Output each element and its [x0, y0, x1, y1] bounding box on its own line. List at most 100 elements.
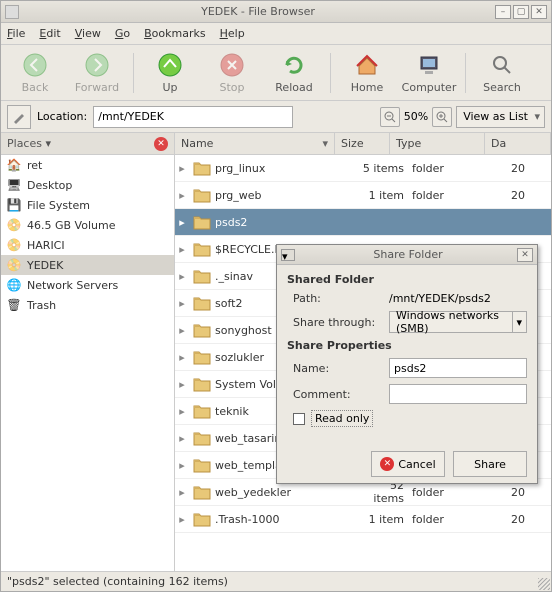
- file-name: psds2: [215, 216, 357, 229]
- stop-button[interactable]: Stop: [202, 48, 262, 98]
- home-button[interactable]: Home: [337, 48, 397, 98]
- maximize-button[interactable]: ▢: [513, 5, 529, 19]
- folder-icon: [193, 348, 211, 366]
- sidebar-close-icon[interactable]: ✕: [154, 137, 168, 151]
- file-name: .Trash-1000: [215, 513, 357, 526]
- expand-icon[interactable]: ▸: [175, 189, 189, 202]
- sidebar-item[interactable]: 🖥Desktop: [1, 175, 174, 195]
- sidebar-header: Places ▾ ✕: [1, 133, 174, 155]
- folder-icon: [193, 429, 211, 447]
- expand-icon[interactable]: ▸: [175, 486, 189, 499]
- sidebar-item[interactable]: 📀 HARICI: [1, 235, 174, 255]
- expand-icon[interactable]: ▸: [175, 162, 189, 175]
- menu-file[interactable]: File: [7, 27, 25, 40]
- sidebar-item-label: HARICI: [27, 239, 65, 252]
- menu-edit[interactable]: Edit: [39, 27, 60, 40]
- net-icon: 🌐: [7, 278, 21, 292]
- expand-icon[interactable]: ▸: [175, 297, 189, 310]
- expand-icon[interactable]: ▸: [175, 459, 189, 472]
- column-date[interactable]: Da: [485, 133, 551, 154]
- expand-icon[interactable]: ▸: [175, 378, 189, 391]
- folder-icon: [193, 186, 211, 204]
- share-name-input[interactable]: [389, 358, 527, 378]
- share-through-select[interactable]: Windows networks (SMB): [389, 311, 513, 333]
- sidebar-item[interactable]: 🗑Trash: [1, 295, 174, 315]
- expand-icon[interactable]: ▸: [175, 243, 189, 256]
- file-size: 1 item: [357, 189, 412, 202]
- sidebar-item[interactable]: 💾File System: [1, 195, 174, 215]
- expand-icon[interactable]: ▸: [175, 432, 189, 445]
- toolbar: Back Forward Up Stop Reload Home Compute…: [1, 45, 551, 101]
- close-button[interactable]: ✕: [531, 5, 547, 19]
- column-headers: Name Size Type Da: [175, 133, 551, 155]
- table-row[interactable]: ▸.Trash-10001 itemfolder20: [175, 506, 551, 533]
- column-type[interactable]: Type: [390, 133, 485, 154]
- sidebar-item[interactable]: 📀46.5 GB Volume: [1, 215, 174, 235]
- dialog-grip-icon[interactable]: ▾: [281, 249, 295, 261]
- location-toggle-button[interactable]: [7, 105, 31, 129]
- back-icon: [21, 51, 49, 79]
- zoom-out-button[interactable]: [380, 107, 400, 127]
- folder-icon: [193, 294, 211, 312]
- minimize-button[interactable]: –: [495, 5, 511, 19]
- file-date: 20: [507, 513, 551, 526]
- share-comment-input[interactable]: [389, 384, 527, 404]
- zoom-in-button[interactable]: [432, 107, 452, 127]
- menubar: File Edit View Go Bookmarks Help: [1, 23, 551, 45]
- back-button[interactable]: Back: [5, 48, 65, 98]
- cancel-button[interactable]: ✕ Cancel: [371, 451, 445, 477]
- stop-icon: [218, 51, 246, 79]
- chevron-down-icon[interactable]: ▾: [513, 311, 527, 333]
- view-mode-select[interactable]: View as List: [456, 106, 545, 128]
- table-row[interactable]: ▸ psds2: [175, 209, 551, 236]
- expand-icon[interactable]: ▸: [175, 513, 189, 526]
- disk-icon: 📀: [7, 238, 21, 252]
- location-input[interactable]: [93, 106, 293, 128]
- dialog-titlebar: ▾ Share Folder ✕: [277, 245, 537, 265]
- expand-icon[interactable]: ▸: [175, 405, 189, 418]
- table-row[interactable]: ▸prg_web1 itemfolder20: [175, 182, 551, 209]
- menu-view[interactable]: View: [75, 27, 101, 40]
- disk-icon: 📀: [7, 258, 21, 272]
- share-button[interactable]: Share: [453, 451, 527, 477]
- dialog-title: Share Folder: [299, 248, 517, 261]
- expand-icon[interactable]: ▸: [175, 216, 189, 229]
- file-type: folder: [412, 162, 507, 175]
- folder-icon: [193, 213, 211, 231]
- cancel-icon: ✕: [380, 457, 394, 471]
- menu-bookmarks[interactable]: Bookmarks: [144, 27, 205, 40]
- home-icon: 🏠: [7, 158, 21, 172]
- sidebar-item[interactable]: 🏠ret: [1, 155, 174, 175]
- statusbar: "psds2" selected (containing 162 items): [1, 571, 551, 591]
- column-size[interactable]: Size: [335, 133, 390, 154]
- resize-grip[interactable]: [538, 578, 550, 590]
- dialog-close-button[interactable]: ✕: [517, 248, 533, 262]
- menu-help[interactable]: Help: [220, 27, 245, 40]
- folder-icon: [193, 321, 211, 339]
- forward-button[interactable]: Forward: [67, 48, 127, 98]
- sidebar-item[interactable]: 🌐Network Servers: [1, 275, 174, 295]
- read-only-checkbox[interactable]: [293, 413, 305, 425]
- folder-icon: [193, 159, 211, 177]
- share-properties-heading: Share Properties: [287, 339, 527, 352]
- reload-button[interactable]: Reload: [264, 48, 324, 98]
- home-icon: [353, 51, 381, 79]
- table-row[interactable]: ▸prg_linux5 itemsfolder20: [175, 155, 551, 182]
- search-icon: [488, 51, 516, 79]
- share-through-label: Share through:: [293, 316, 383, 329]
- folder-icon: [193, 375, 211, 393]
- forward-icon: [83, 51, 111, 79]
- computer-button[interactable]: Computer: [399, 48, 459, 98]
- up-button[interactable]: Up: [140, 48, 200, 98]
- folder-icon: [193, 456, 211, 474]
- sidebar-item[interactable]: 📀YEDEK: [1, 255, 174, 275]
- expand-icon[interactable]: ▸: [175, 270, 189, 283]
- folder-icon: [193, 510, 211, 528]
- sidebar: Places ▾ ✕ 🏠ret🖥Desktop💾File System📀46.5…: [1, 133, 175, 571]
- search-button[interactable]: Search: [472, 48, 532, 98]
- menu-go[interactable]: Go: [115, 27, 130, 40]
- column-name[interactable]: Name: [175, 133, 335, 154]
- expand-icon[interactable]: ▸: [175, 351, 189, 364]
- file-date: 20: [507, 189, 551, 202]
- expand-icon[interactable]: ▸: [175, 324, 189, 337]
